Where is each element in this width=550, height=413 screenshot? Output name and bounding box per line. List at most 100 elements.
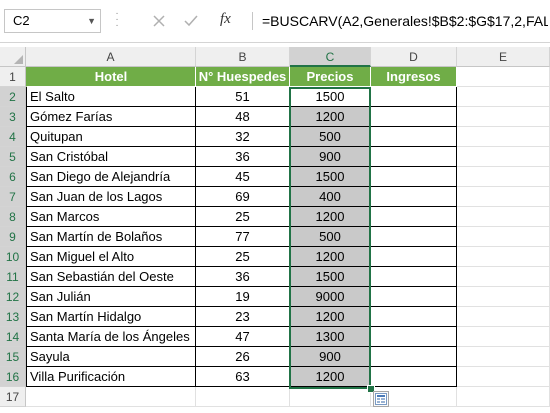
hotel-cell[interactable]: Santa María de los Ángeles xyxy=(26,327,196,347)
row-header[interactable]: 7 xyxy=(0,187,26,207)
column-header-c[interactable]: C xyxy=(290,47,371,67)
row-header[interactable]: 13 xyxy=(0,307,26,327)
empty-cell[interactable] xyxy=(457,247,550,267)
ingresos-cell[interactable] xyxy=(371,287,457,307)
huespedes-cell[interactable]: 48 xyxy=(196,107,290,127)
ingresos-cell[interactable] xyxy=(371,147,457,167)
row-header[interactable]: 9 xyxy=(0,227,26,247)
row-header[interactable]: 11 xyxy=(0,267,26,287)
header-ingresos[interactable]: Ingresos xyxy=(371,67,457,87)
empty-cell[interactable] xyxy=(26,387,196,407)
ingresos-cell[interactable] xyxy=(371,107,457,127)
hotel-cell[interactable]: Quitupan xyxy=(26,127,196,147)
empty-cell[interactable] xyxy=(196,387,290,407)
row-header[interactable]: 17 xyxy=(0,387,26,407)
ingresos-cell[interactable] xyxy=(371,187,457,207)
empty-cell[interactable] xyxy=(457,227,550,247)
precio-cell[interactable]: 500 xyxy=(290,127,371,147)
row-header[interactable]: 2 xyxy=(0,87,26,107)
ingresos-cell[interactable] xyxy=(371,347,457,367)
insert-function-button[interactable]: fx xyxy=(220,11,231,28)
precio-cell[interactable]: 9000 xyxy=(290,287,371,307)
ingresos-cell[interactable] xyxy=(371,267,457,287)
row-header[interactable]: 1 xyxy=(0,67,26,87)
header-precios[interactable]: Precios xyxy=(290,67,371,87)
huespedes-cell[interactable]: 47 xyxy=(196,327,290,347)
huespedes-cell[interactable]: 77 xyxy=(196,227,290,247)
row-header[interactable]: 10 xyxy=(0,247,26,267)
precio-cell[interactable]: 1500 xyxy=(290,167,371,187)
ingresos-cell[interactable] xyxy=(371,127,457,147)
precio-cell[interactable]: 1200 xyxy=(290,207,371,227)
column-header-a[interactable]: A xyxy=(26,47,196,67)
precio-cell[interactable]: 500 xyxy=(290,227,371,247)
huespedes-cell[interactable]: 26 xyxy=(196,347,290,367)
empty-cell[interactable] xyxy=(290,387,371,407)
empty-cell[interactable] xyxy=(457,207,550,227)
empty-cell[interactable] xyxy=(457,127,550,147)
huespedes-cell[interactable]: 19 xyxy=(196,287,290,307)
column-header-b[interactable]: B xyxy=(196,47,290,67)
huespedes-cell[interactable]: 45 xyxy=(196,167,290,187)
huespedes-cell[interactable]: 25 xyxy=(196,207,290,227)
empty-cell[interactable] xyxy=(457,167,550,187)
hotel-cell[interactable]: San Miguel el Alto xyxy=(26,247,196,267)
row-header[interactable]: 15 xyxy=(0,347,26,367)
hotel-cell[interactable]: Gómez Farías xyxy=(26,107,196,127)
precio-cell[interactable]: 1200 xyxy=(290,307,371,327)
hotel-cell[interactable]: San Julián xyxy=(26,287,196,307)
precio-cell[interactable]: 900 xyxy=(290,347,371,367)
row-header[interactable]: 5 xyxy=(0,147,26,167)
hotel-cell[interactable]: San Diego de Alejandría xyxy=(26,167,196,187)
column-header-e[interactable]: E xyxy=(457,47,550,67)
formula-input[interactable]: =BUSCARV(A2,Generales!$B$2:$G$17,2,FALSO… xyxy=(262,9,548,33)
empty-cell[interactable] xyxy=(457,147,550,167)
huespedes-cell[interactable]: 25 xyxy=(196,247,290,267)
precio-cell[interactable]: 400 xyxy=(290,187,371,207)
empty-cell[interactable] xyxy=(457,67,550,87)
header-hotel[interactable]: Hotel xyxy=(26,67,196,87)
empty-cell[interactable] xyxy=(457,287,550,307)
row-header[interactable]: 16 xyxy=(0,367,26,387)
ingresos-cell[interactable] xyxy=(371,87,457,107)
empty-cell[interactable] xyxy=(457,87,550,107)
hotel-cell[interactable]: El Salto xyxy=(26,87,196,107)
empty-cell[interactable] xyxy=(457,187,550,207)
drag-handle-icon[interactable]: · · · xyxy=(114,9,120,31)
ingresos-cell[interactable] xyxy=(371,227,457,247)
hotel-cell[interactable]: Villa Purificación xyxy=(26,367,196,387)
paste-options-button[interactable] xyxy=(373,391,389,407)
huespedes-cell[interactable]: 23 xyxy=(196,307,290,327)
huespedes-cell[interactable]: 69 xyxy=(196,187,290,207)
hotel-cell[interactable]: San Juan de los Lagos xyxy=(26,187,196,207)
row-header[interactable]: 6 xyxy=(0,167,26,187)
hotel-cell[interactable]: San Marcos xyxy=(26,207,196,227)
huespedes-cell[interactable]: 36 xyxy=(196,267,290,287)
empty-cell[interactable] xyxy=(457,387,550,407)
hotel-cell[interactable]: Sayula xyxy=(26,347,196,367)
empty-cell[interactable] xyxy=(457,327,550,347)
name-box[interactable]: C2 ▼ xyxy=(4,9,101,33)
ingresos-cell[interactable] xyxy=(371,247,457,267)
hotel-cell[interactable]: San Martín de Bolaños xyxy=(26,227,196,247)
empty-cell[interactable] xyxy=(457,347,550,367)
ingresos-cell[interactable] xyxy=(371,327,457,347)
huespedes-cell[interactable]: 63 xyxy=(196,367,290,387)
empty-cell[interactable] xyxy=(457,267,550,287)
cancel-button[interactable] xyxy=(148,10,170,32)
chevron-down-icon[interactable]: ▼ xyxy=(87,10,96,32)
row-header[interactable]: 12 xyxy=(0,287,26,307)
column-header-d[interactable]: D xyxy=(371,47,457,67)
precio-cell[interactable]: 1200 xyxy=(290,247,371,267)
empty-cell[interactable] xyxy=(457,307,550,327)
empty-cell[interactable] xyxy=(457,107,550,127)
hotel-cell[interactable]: San Martín Hidalgo xyxy=(26,307,196,327)
huespedes-cell[interactable]: 36 xyxy=(196,147,290,167)
header-huespedes[interactable]: N° Huespedes xyxy=(196,67,290,87)
hotel-cell[interactable]: San Sebastián del Oeste xyxy=(26,267,196,287)
precio-cell[interactable]: 1300 xyxy=(290,327,371,347)
hotel-cell[interactable]: San Cristóbal xyxy=(26,147,196,167)
empty-cell[interactable] xyxy=(457,367,550,387)
precio-cell[interactable]: 1200 xyxy=(290,107,371,127)
ingresos-cell[interactable] xyxy=(371,367,457,387)
